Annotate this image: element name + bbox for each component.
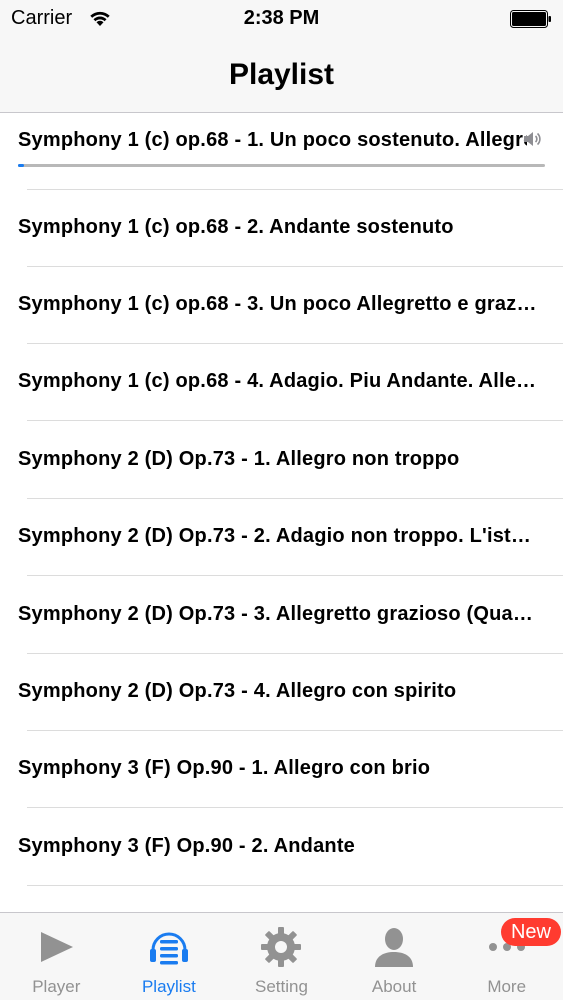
page-title: Playlist: [228, 58, 335, 91]
playlist-row[interactable]: Symphony 3 (F) Op.90 - 1. Allegro con br…: [0, 731, 563, 808]
playlist-row[interactable]: Symphony 2 (D) Op.73 - 3. Allegretto gra…: [0, 577, 563, 654]
clock: 2:38 PM: [243, 7, 320, 29]
row-divider: [27, 807, 563, 808]
track-title: Symphony 1 (c) op.68 - 1. Un poco sosten…: [18, 129, 527, 151]
tab-label: Setting: [255, 977, 308, 996]
tab-bar: Player Playlist Setting About New More: [0, 912, 563, 1000]
track-progress-fill: [18, 164, 25, 167]
track-title: Symphony 2 (D) Op.73 - 4. Allegro con sp…: [18, 680, 457, 702]
tab-label: Player: [32, 977, 81, 996]
track-title: Symphony 1 (c) op.68 - 2. Andante sosten…: [18, 216, 454, 238]
playlist-row[interactable]: Symphony 2 (D) Op.73 - 4. Allegro con sp…: [0, 654, 563, 731]
playlist-table[interactable]: Symphony 1 (c) op.68 - 1. Un poco sosten…: [0, 113, 563, 912]
playlist-row[interactable]: Symphony 1 (c) op.68 - 4. Adagio. Piu An…: [0, 344, 563, 421]
play-icon: [34, 925, 78, 969]
track-title: Symphony 1 (c) op.68 - 3. Un poco Allegr…: [18, 293, 541, 315]
track-title: Symphony 2 (D) Op.73 - 3. Allegretto gra…: [18, 603, 541, 625]
tab-about[interactable]: About: [338, 913, 451, 1000]
track-title: Symphony 2 (D) Op.73 - 1. Allegro non tr…: [18, 448, 460, 470]
track-title: Symphony 2 (D) Op.73 - 2. Adagio non tro…: [18, 525, 541, 547]
battery-icon: [510, 10, 552, 33]
playlist-row[interactable]: Symphony 1 (c) op.68 - 3. Un poco Allegr…: [0, 267, 563, 344]
row-divider: [27, 885, 563, 886]
playlist-row-current[interactable]: Symphony 1 (c) op.68 - 1. Un poco sosten…: [0, 113, 563, 190]
playlist-row[interactable]: Symphony 2 (D) Op.73 - 1. Allegro non tr…: [0, 422, 563, 499]
status-bar: Carrier 2:38 PM: [0, 0, 563, 38]
gear-icon: [259, 925, 303, 969]
navigation-bar: Playlist: [0, 38, 563, 113]
person-icon: [372, 925, 416, 969]
row-divider: [27, 420, 563, 421]
tab-label: About: [371, 977, 417, 996]
tab-player[interactable]: Player: [0, 913, 113, 1000]
track-title: Symphony 1 (c) op.68 - 4. Adagio. Piu An…: [18, 370, 541, 392]
row-divider: [27, 575, 563, 576]
tab-label: More: [487, 977, 527, 996]
track-progress-bar[interactable]: [18, 164, 545, 167]
playlist-row[interactable]: Symphony 2 (D) Op.73 - 2. Adagio non tro…: [0, 499, 563, 576]
speaker-icon: [523, 130, 541, 153]
playlist-icon: [147, 925, 191, 969]
new-badge: New: [500, 918, 561, 946]
tab-more[interactable]: New More: [450, 913, 563, 1000]
track-title: Symphony 3 (F) Op.90 - 2. Andante: [18, 835, 356, 857]
track-title: Symphony 3 (F) Op.90 - 1. Allegro con br…: [18, 757, 431, 779]
playlist-row[interactable]: Symphony 1 (c) op.68 - 2. Andante sosten…: [0, 190, 563, 267]
tab-label: Playlist: [141, 977, 196, 996]
playlist-row[interactable]: Symphony 3 (F) Op.90 - 2. Andante: [0, 809, 563, 886]
tab-playlist[interactable]: Playlist: [113, 913, 226, 1000]
tab-setting[interactable]: Setting: [225, 913, 338, 1000]
